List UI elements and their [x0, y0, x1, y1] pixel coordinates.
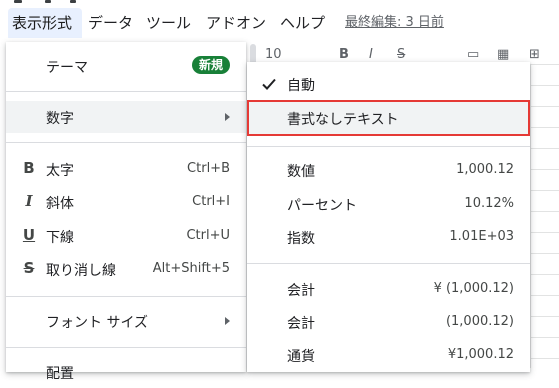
underline-label: 下線	[46, 230, 74, 246]
number-label: 数字	[46, 111, 74, 127]
bold-shortcut: Ctrl+B	[187, 161, 230, 176]
menu-item-alignment[interactable]: 配置	[6, 356, 246, 388]
italic-label: 斜体	[46, 196, 74, 212]
number-format-label: 数値	[287, 164, 315, 180]
divider	[6, 91, 246, 92]
submenu-item-plain-text[interactable]: 書式なしテキスト	[247, 100, 530, 136]
number-submenu: 自動 書式なしテキスト 数値 1,000.12 パーセント 10.12% 指数 …	[247, 62, 530, 372]
last-edit-link[interactable]: 最終編集: 3 日前	[345, 8, 444, 38]
submenu-arrow-icon	[225, 317, 230, 325]
text-color-icon[interactable]: ▭	[467, 47, 479, 62]
menu-item-theme[interactable]: テーマ 新規	[6, 50, 246, 82]
accounting-label: 会計	[287, 283, 315, 299]
bold-label: 太字	[46, 163, 74, 179]
divider	[6, 296, 246, 297]
currency-label: 通貨	[287, 349, 315, 365]
check-icon	[262, 78, 276, 90]
format-menu: テーマ 新規 数字 B 太字 Ctrl+B I 斜体 Ctrl+I U 下線 C…	[6, 42, 246, 382]
theme-label: テーマ	[46, 60, 88, 76]
cropped-title-glyphs	[0, 0, 80, 6]
menu-tools[interactable]: ツール	[142, 8, 195, 38]
divider	[6, 347, 246, 348]
divider	[6, 142, 246, 143]
borders-icon[interactable]: ▦	[497, 47, 509, 62]
menu-help[interactable]: ヘルプ	[276, 8, 329, 38]
financial-label: 会計	[287, 316, 315, 332]
strikethrough-icon: S	[23, 259, 35, 277]
bold-button[interactable]: B	[339, 47, 349, 62]
alignment-label: 配置	[46, 366, 74, 382]
scientific-label: 指数	[287, 231, 315, 247]
menu-item-font-size[interactable]: フォント サイズ	[6, 305, 246, 337]
submenu-item-number[interactable]: 数値 1,000.12	[247, 154, 530, 186]
submenu-item-automatic[interactable]: 自動	[247, 68, 530, 100]
plain-text-label: 書式なしテキスト	[287, 112, 399, 128]
menu-item-strikethrough[interactable]: S 取り消し線 Alt+Shift+5	[6, 253, 246, 285]
divider	[247, 263, 530, 264]
percent-example: 10.12%	[464, 196, 514, 211]
menu-format[interactable]: 表示形式	[8, 8, 82, 38]
number-format-example: 1,000.12	[456, 162, 514, 177]
divider	[247, 146, 530, 147]
menu-item-underline[interactable]: U 下線 Ctrl+U	[6, 220, 246, 252]
menu-item-number[interactable]: 数字	[6, 101, 246, 133]
bold-icon: B	[23, 159, 35, 177]
submenu-arrow-icon	[225, 113, 230, 121]
submenu-item-scientific[interactable]: 指数 1.01E+03	[247, 221, 530, 253]
accounting-example: ¥ (1,000.12)	[433, 281, 514, 296]
submenu-item-financial[interactable]: 会計 (1,000.12)	[247, 306, 530, 338]
italic-shortcut: Ctrl+I	[192, 194, 230, 209]
new-badge: 新規	[191, 56, 230, 74]
sheet-grid	[530, 64, 559, 368]
font-size-label: フォント サイズ	[46, 315, 149, 331]
submenu-item-percent[interactable]: パーセント 10.12%	[247, 188, 530, 220]
strikethrough-button[interactable]: S	[397, 47, 405, 62]
underline-shortcut: Ctrl+U	[186, 228, 230, 243]
menu-addons[interactable]: アドオン	[202, 8, 270, 38]
font-size-control[interactable]: 10	[265, 47, 282, 62]
underline-icon: U	[22, 226, 36, 244]
submenu-item-currency[interactable]: 通貨 ¥1,000.12	[247, 339, 530, 371]
menu-item-italic[interactable]: I 斜体 Ctrl+I	[6, 186, 246, 218]
italic-icon: I	[25, 192, 33, 210]
scientific-example: 1.01E+03	[449, 229, 514, 244]
percent-label: パーセント	[287, 198, 357, 214]
italic-button[interactable]: I	[369, 47, 373, 62]
strikethrough-shortcut: Alt+Shift+5	[152, 261, 230, 276]
automatic-label: 自動	[287, 78, 315, 94]
toolbar: 10 B I S ▭ ▦ ⊞	[245, 42, 559, 64]
menu-data[interactable]: データ	[84, 8, 137, 38]
currency-example: ¥1,000.12	[447, 347, 514, 362]
menu-bar: 表示形式 データ ツール アドオン ヘルプ 最終編集: 3 日前	[0, 0, 559, 42]
merge-cells-icon[interactable]: ⊞	[529, 47, 540, 62]
menu-item-bold[interactable]: B 太字 Ctrl+B	[6, 153, 246, 185]
strikethrough-label: 取り消し線	[46, 263, 116, 279]
submenu-item-accounting[interactable]: 会計 ¥ (1,000.12)	[247, 273, 530, 305]
financial-example: (1,000.12)	[445, 314, 514, 329]
